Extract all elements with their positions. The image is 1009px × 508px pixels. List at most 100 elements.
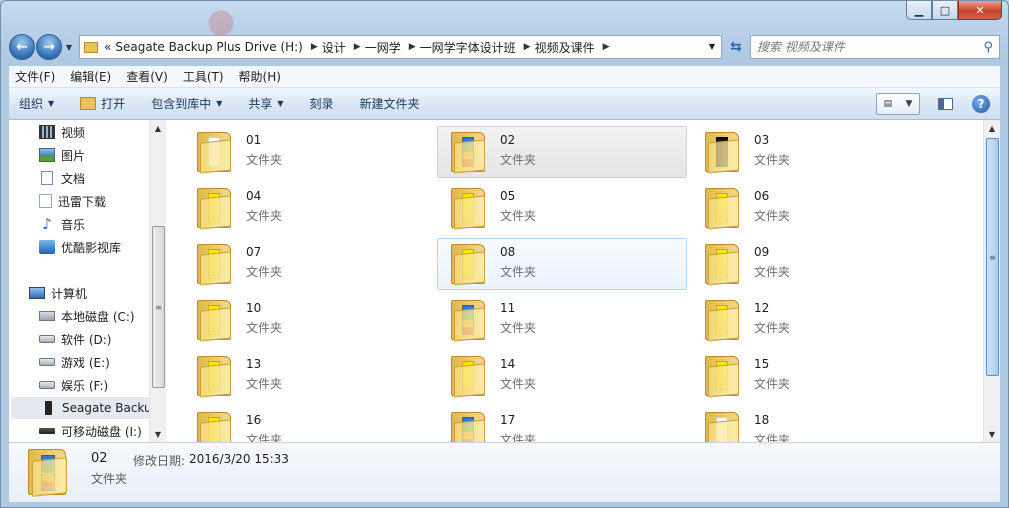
- folder-item[interactable]: 14 文件夹: [437, 350, 687, 402]
- breadcrumb-item[interactable]: 一网学 ▶: [365, 39, 416, 56]
- folder-item[interactable]: 15 文件夹: [691, 350, 941, 402]
- breadcrumb-item[interactable]: 设计 ▶: [322, 39, 361, 56]
- share-label: 共享: [248, 97, 273, 111]
- folder-item[interactable]: 13 文件夹: [183, 350, 433, 402]
- folder-type: 文件夹: [754, 433, 791, 442]
- maximize-button[interactable]: □: [932, 1, 958, 20]
- sidebar-item[interactable]: 本地磁盘 (C:): [9, 305, 151, 327]
- sidebar-item-label: 视频: [61, 125, 86, 140]
- include-in-library-button[interactable]: 包含到库中 ▼: [151, 95, 222, 112]
- sidebar-item[interactable]: 游戏 (E:): [9, 351, 151, 373]
- sidebar-item[interactable]: 可移动磁盘 (I:): [9, 420, 151, 442]
- recent-pages-dropdown[interactable]: ▼: [63, 43, 75, 52]
- folder-icon: [702, 244, 742, 286]
- scrollbar-thumb[interactable]: ≡: [152, 226, 165, 388]
- sidebar-item[interactable]: 娱乐 (F:): [9, 374, 151, 396]
- scroll-down-icon[interactable]: ▼: [984, 426, 1000, 442]
- folder-item[interactable]: 16 文件夹: [183, 406, 433, 442]
- folder-text: 07 文件夹: [246, 245, 282, 280]
- folder-item[interactable]: 12 文件夹: [691, 294, 941, 346]
- command-bar: 组织 ▼ 打开 包含到库中 ▼ 共享 ▼ 刻录 新建文件夹 ▤ ▼ ?: [9, 88, 1000, 120]
- scrollbar-thumb[interactable]: ≡: [986, 138, 999, 376]
- forward-button[interactable]: →: [36, 34, 62, 60]
- folder-item[interactable]: 18 文件夹: [691, 406, 941, 442]
- menu-edit[interactable]: 编辑(E): [70, 68, 111, 85]
- folder-item[interactable]: 04 文件夹: [183, 182, 433, 234]
- breadcrumb-overflow[interactable]: «: [104, 40, 111, 54]
- chevron-down-icon[interactable]: ▼: [905, 99, 912, 109]
- menu-view[interactable]: 查看(V): [126, 68, 168, 85]
- navigation-row: ← → ▼ « Seagate Backup Plus Drive (H:) ▶ …: [9, 33, 1000, 61]
- menu-help[interactable]: 帮助(H): [239, 68, 281, 85]
- folder-text: 04 文件夹: [246, 189, 282, 224]
- folder-type: 文件夹: [754, 265, 791, 279]
- back-button[interactable]: ←: [9, 34, 35, 60]
- chevron-right-icon[interactable]: ▶: [409, 42, 416, 52]
- search-icon[interactable]: ⚲: [983, 40, 993, 55]
- folder-name: 11: [500, 301, 516, 315]
- chevron-right-icon[interactable]: ▶: [354, 42, 361, 52]
- folder-item[interactable]: 03 文件夹: [691, 126, 941, 178]
- new-folder-button[interactable]: 新建文件夹: [360, 95, 420, 112]
- chevron-right-icon[interactable]: ▶: [311, 42, 318, 52]
- change-view-button[interactable]: ▤ ▼: [876, 93, 920, 115]
- menu-bar: 文件(F) 编辑(E) 查看(V) 工具(T) 帮助(H): [9, 66, 1000, 88]
- organize-button[interactable]: 组织 ▼: [19, 95, 54, 112]
- sidebar-item[interactable]: 迅雷下载: [9, 190, 151, 212]
- folder-item[interactable]: 17 文件夹: [437, 406, 687, 442]
- sidebar-item[interactable]: 优酷影视库: [9, 236, 151, 258]
- open-button[interactable]: 打开: [80, 95, 125, 112]
- help-button[interactable]: ?: [972, 95, 990, 113]
- folder-name: 14: [500, 357, 516, 371]
- scroll-up-icon[interactable]: ▲: [984, 120, 1000, 136]
- video-library-icon: [39, 125, 55, 139]
- burn-button[interactable]: 刻录: [310, 95, 334, 112]
- sidebar-item[interactable]: 软件 (D:): [9, 328, 151, 350]
- folder-item[interactable]: 05 文件夹: [437, 182, 687, 234]
- folder-name: 10: [246, 301, 262, 315]
- chevron-right-icon[interactable]: ▶: [524, 42, 531, 52]
- folder-item[interactable]: 02 文件夹: [437, 126, 687, 178]
- folder-item[interactable]: 01 文件夹: [183, 126, 433, 178]
- folder-item[interactable]: 07 文件夹: [183, 238, 433, 290]
- folder-name: 03: [754, 133, 770, 147]
- folder-type: 文件夹: [754, 209, 791, 223]
- menu-tools[interactable]: 工具(T): [183, 68, 224, 85]
- minimize-button[interactable]: ▁: [906, 1, 932, 20]
- breadcrumb-item[interactable]: 一网学字体设计班 ▶: [420, 39, 531, 56]
- breadcrumb-item[interactable]: 视频及课件 ▶: [535, 39, 610, 56]
- share-button[interactable]: 共享 ▼: [248, 95, 283, 112]
- folder-text: 11 文件夹: [500, 301, 536, 336]
- address-history-dropdown[interactable]: ▼: [709, 42, 715, 51]
- folder-text: 14 文件夹: [500, 357, 536, 392]
- folder-item[interactable]: 06 文件夹: [691, 182, 941, 234]
- scroll-down-icon[interactable]: ▼: [150, 426, 166, 442]
- chevron-right-icon[interactable]: ▶: [603, 42, 610, 52]
- folder-item[interactable]: 08 文件夹: [437, 238, 687, 290]
- sidebar-item[interactable]: Seagate Backup Plus Drive (H:): [11, 397, 151, 419]
- folder-item[interactable]: 09 文件夹: [691, 238, 941, 290]
- search-box: ⚲: [750, 35, 1000, 59]
- sidebar-item[interactable]: 计算机: [9, 282, 151, 304]
- navigation-scrollbar[interactable]: ▲ ≡ ▼: [149, 120, 166, 442]
- preview-pane-icon: [937, 98, 953, 110]
- sidebar-item[interactable]: 视频: [9, 121, 151, 143]
- address-bar[interactable]: « Seagate Backup Plus Drive (H:) ▶ 设计 ▶ 一网…: [79, 35, 722, 59]
- folder-item[interactable]: 11 文件夹: [437, 294, 687, 346]
- refresh-button[interactable]: ⇆: [724, 35, 748, 59]
- folder-name: 18: [754, 413, 770, 427]
- folder-icon: [702, 132, 742, 174]
- sidebar-item[interactable]: ♪ 音乐: [9, 213, 151, 235]
- file-list-scrollbar[interactable]: ▲ ≡ ▼: [983, 120, 1000, 442]
- sidebar-item[interactable]: 文档: [9, 167, 151, 189]
- search-input[interactable]: [757, 40, 984, 54]
- folder-item[interactable]: 10 文件夹: [183, 294, 433, 346]
- menu-file[interactable]: 文件(F): [15, 68, 55, 85]
- close-button[interactable]: ✕: [958, 1, 1002, 20]
- preview-pane-button[interactable]: [934, 93, 956, 115]
- breadcrumb-item[interactable]: Seagate Backup Plus Drive (H:) ▶: [115, 40, 317, 54]
- sidebar-item[interactable]: 图片: [9, 144, 151, 166]
- folder-type: 文件夹: [500, 265, 537, 279]
- burn-label: 刻录: [309, 97, 334, 111]
- scroll-up-icon[interactable]: ▲: [150, 120, 166, 136]
